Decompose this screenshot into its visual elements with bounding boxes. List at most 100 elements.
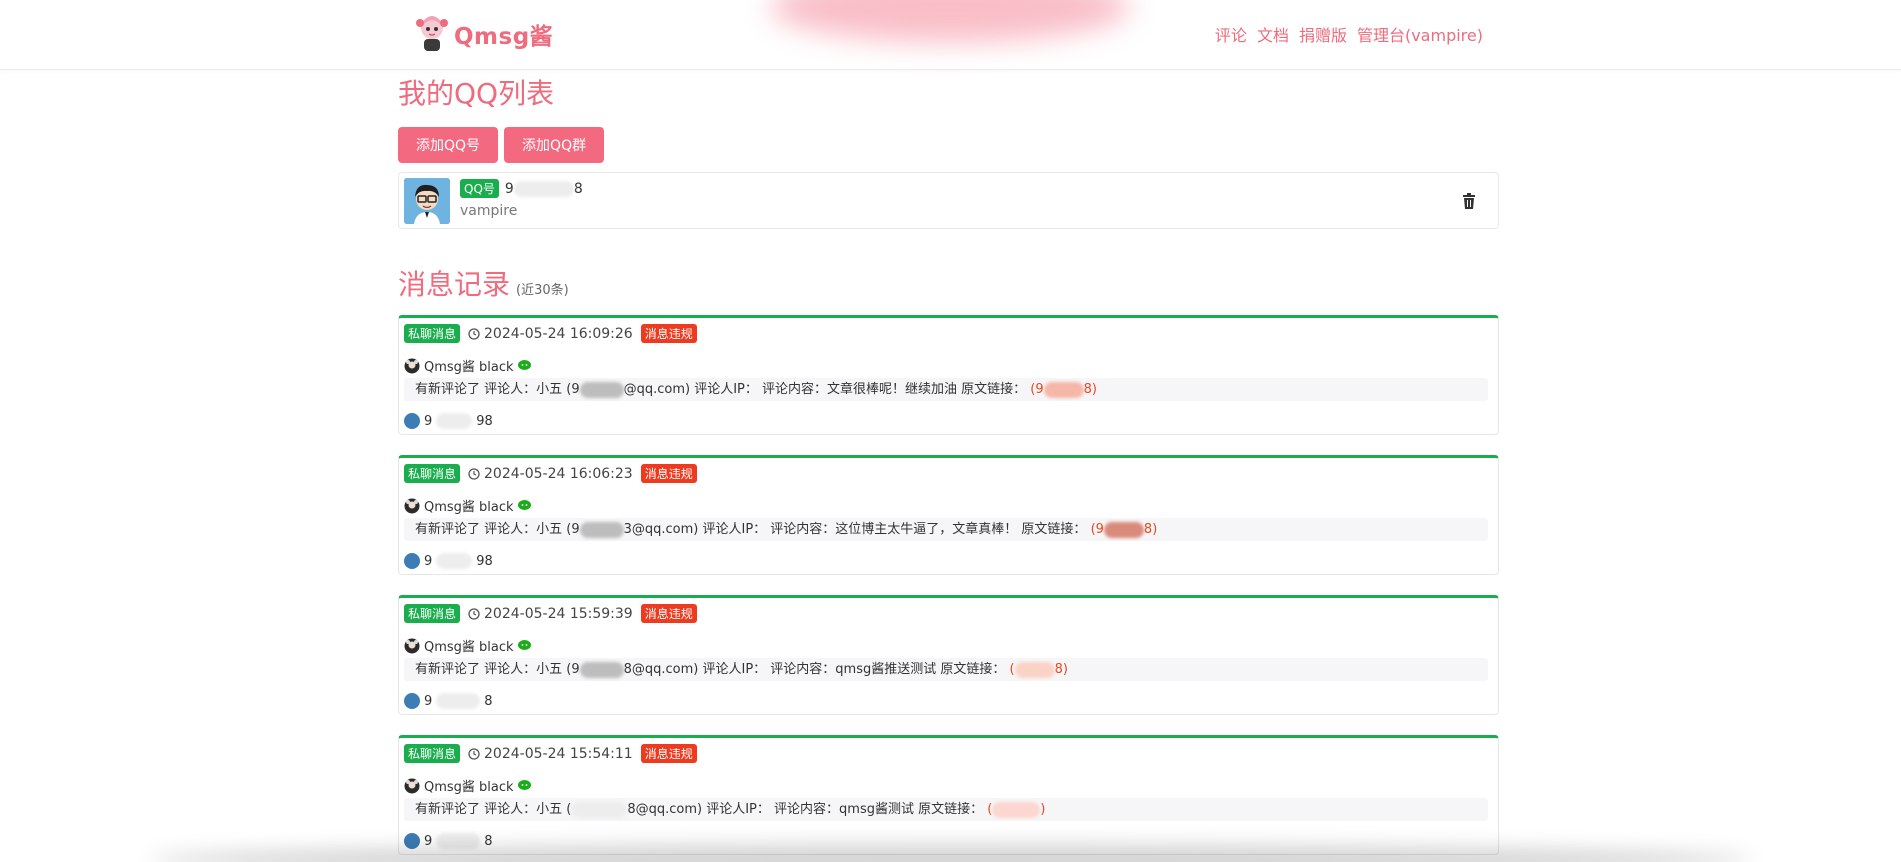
message-receiver: 9 98 — [404, 553, 493, 569]
link-end: 8) — [1143, 522, 1158, 537]
nav-admin[interactable]: 管理台(vampire) — [1357, 22, 1483, 46]
message-log-subtitle: (近30条) — [516, 283, 569, 298]
redacted-mask — [992, 801, 1041, 818]
trash-icon[interactable] — [1462, 193, 1476, 209]
message-timestamp: 2024-05-24 15:59:39 — [484, 605, 633, 622]
message-log-title-text: 消息记录 — [398, 268, 511, 301]
receiver-number-end: 8 — [484, 693, 493, 709]
receiver-avatar — [404, 693, 420, 709]
message-content: 有新评论了 评论人：小五 (8@qq.com) 评论人IP： 评论内容：qmsg… — [404, 798, 1488, 821]
redacted-mask — [436, 833, 481, 849]
message-type-badge: 私聊消息 — [404, 604, 461, 623]
receiver-number-start: 9 — [424, 553, 433, 569]
message-bot: Qmsg酱 black — [404, 776, 531, 795]
receiver-avatar — [404, 833, 420, 849]
original-link[interactable]: (9 8) — [1090, 521, 1158, 538]
clock-icon — [468, 747, 480, 760]
add-qq-button[interactable]: 添加QQ号 — [398, 127, 499, 163]
wechat-icon — [517, 640, 531, 650]
wechat-icon — [517, 780, 531, 790]
bot-name: Qmsg酱 black — [424, 500, 514, 515]
add-qq-group-button[interactable]: 添加QQ群 — [504, 127, 605, 163]
bot-avatar-icon — [404, 638, 420, 653]
message-content: 有新评论了 评论人：小五 (9 3@qq.com) 评论人IP： 评论内容：这位博… — [404, 518, 1488, 541]
receiver-avatar — [404, 553, 420, 569]
content-body: 8@qq.com) 评论人IP： 评论内容：qmsg酱推送测试 原文链接： — [623, 662, 1006, 677]
receiver-number-end: 98 — [476, 413, 493, 429]
message-bot: Qmsg酱 black — [404, 356, 531, 375]
bot-avatar-icon — [404, 498, 420, 513]
message-log-title: 消息记录 (近30条) — [398, 265, 1499, 305]
redacted-mask — [436, 413, 473, 429]
message-receiver: 98 — [404, 693, 493, 709]
redacted-mask — [1043, 381, 1084, 398]
brand-name: Qmsg酱 — [454, 24, 554, 50]
header-glow-decoration — [770, 0, 1130, 42]
qq-number: 98 — [505, 180, 583, 197]
message-timestamp: 2024-05-24 16:09:26 — [484, 325, 633, 342]
message-content: 有新评论了 评论人：小五 (9 8@qq.com) 评论人IP： 评论内容：qms… — [404, 658, 1488, 681]
link-end: ) — [1040, 802, 1046, 817]
content-prefix: 有新评论了 评论人：小五 (9 — [415, 382, 580, 397]
bot-avatar-icon — [404, 778, 420, 793]
message-type-badge: 私聊消息 — [404, 464, 461, 483]
top-navbar: Qmsg酱 评论 文档 捐赠版 管理台(vampire) — [0, 0, 1901, 70]
main-nav: 评论 文档 捐赠版 管理台(vampire) — [1215, 22, 1483, 46]
redacted-mask — [436, 693, 481, 709]
message-time: 2024-05-24 15:54:11 — [468, 746, 633, 762]
message-header: 私聊消息 2024-05-24 15:59:39 消息违规 — [404, 604, 697, 623]
link-start: (9 — [1090, 522, 1104, 537]
receiver-avatar — [404, 413, 420, 429]
message-content: 有新评论了 评论人：小五 (9 @qq.com) 评论人IP： 评论内容：文章很棒… — [404, 378, 1488, 401]
receiver-number-start: 9 — [424, 693, 433, 709]
message-card: 私聊消息 2024-05-24 15:59:39 消息违规 Qmsg酱 blac… — [398, 595, 1499, 715]
brand[interactable]: Qmsg酱 — [414, 14, 553, 54]
original-link[interactable]: () — [987, 801, 1046, 818]
receiver-number-start: 9 — [424, 833, 433, 849]
message-timestamp: 2024-05-24 15:54:11 — [484, 745, 633, 762]
message-card: 私聊消息 2024-05-24 16:06:23 消息违规 Qmsg酱 blac… — [398, 455, 1499, 575]
message-list: 私聊消息 2024-05-24 16:09:26 消息违规 Qmsg酱 blac… — [398, 315, 1499, 855]
clock-icon — [468, 327, 480, 340]
bot-name: Qmsg酱 black — [424, 640, 514, 655]
receiver-number-end: 98 — [476, 553, 493, 569]
bot-avatar-icon — [404, 358, 420, 373]
message-receiver: 9 98 — [404, 413, 493, 429]
redacted-mask — [579, 381, 624, 398]
clock-icon — [468, 607, 480, 620]
qq-actions: 添加QQ号 添加QQ群 — [398, 127, 1499, 163]
qq-type-badge: QQ号 — [460, 179, 499, 198]
message-receiver: 98 — [404, 833, 493, 849]
wechat-icon — [517, 500, 531, 510]
nav-comments[interactable]: 评论 — [1215, 22, 1247, 46]
content-prefix: 有新评论了 评论人：小五 ( — [415, 802, 572, 817]
message-timestamp: 2024-05-24 16:06:23 — [484, 465, 633, 482]
message-time: 2024-05-24 15:59:39 — [468, 606, 633, 622]
qq-nickname: vampire — [460, 203, 518, 219]
redacted-mask — [579, 521, 624, 538]
original-link[interactable]: (8) — [1010, 661, 1068, 678]
nav-docs[interactable]: 文档 — [1257, 22, 1289, 46]
redacted-mask — [579, 661, 624, 678]
bot-name: Qmsg酱 black — [424, 360, 514, 375]
message-card: 私聊消息 2024-05-24 15:54:11 消息违规 Qmsg酱 blac… — [398, 735, 1499, 855]
redacted-mask — [1014, 661, 1055, 678]
message-type-badge: 私聊消息 — [404, 324, 461, 343]
mascot-logo-icon — [416, 16, 448, 51]
content-body: @qq.com) 评论人IP： 评论内容：文章很棒呢！继续加油 原文链接： — [623, 382, 1027, 397]
link-end: 8) — [1083, 382, 1097, 397]
original-link[interactable]: (9 8) — [1030, 381, 1097, 398]
redacted-mask — [571, 801, 628, 818]
message-header: 私聊消息 2024-05-24 15:54:11 消息违规 — [404, 744, 697, 763]
content-body: 3@qq.com) 评论人IP： 评论内容：这位博主太牛逼了，文章真棒！ 原文链… — [623, 522, 1087, 537]
bot-name: Qmsg酱 black — [424, 780, 514, 795]
redacted-mask — [436, 553, 473, 569]
qq-list-title: 我的QQ列表 — [398, 77, 555, 110]
nav-donate[interactable]: 捐赠版 — [1299, 22, 1347, 46]
violation-badge: 消息违规 — [640, 744, 697, 763]
redacted-mask — [1103, 521, 1144, 538]
content-prefix: 有新评论了 评论人：小五 (9 — [415, 522, 580, 537]
redacted-mask — [513, 180, 574, 197]
content-prefix: 有新评论了 评论人：小五 (9 — [415, 662, 580, 677]
avatar — [404, 178, 450, 224]
